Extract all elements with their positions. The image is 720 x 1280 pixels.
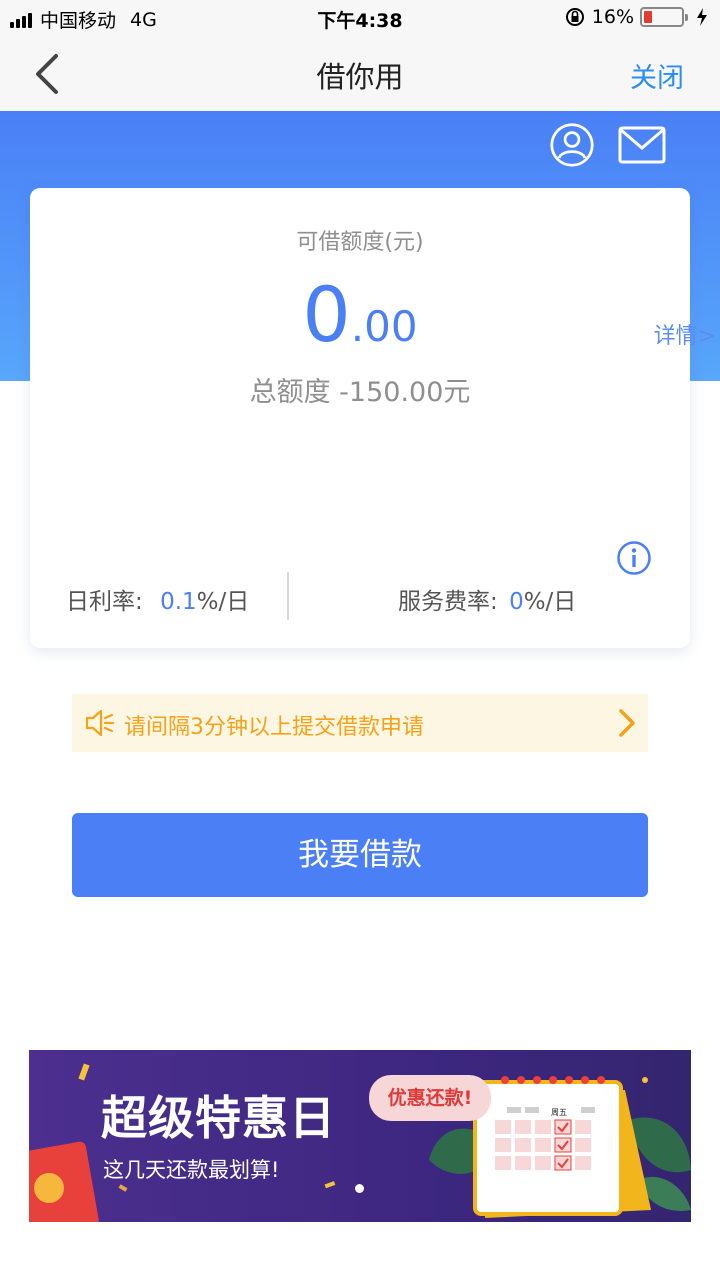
credit-card: 可借额度(元) 0.00 总额度 -150.00元 日利率: 0.1%/日 服务…: [30, 188, 690, 648]
notice-bar[interactable]: 请间隔3分钟以上提交借款申请: [72, 694, 648, 752]
daily-rate-label: 日利率:: [66, 589, 143, 615]
battery-icon: [640, 7, 688, 27]
available-credit-amount: 0.00: [30, 270, 690, 359]
status-bar: 中国移动 4G 下午4:38 16%: [0, 0, 720, 36]
nav-bar: 借你用 关闭: [0, 36, 720, 111]
banner-bubble: 优惠还款!: [369, 1075, 491, 1121]
battery-level: [644, 11, 652, 23]
info-icon[interactable]: [616, 540, 652, 576]
daily-rate-value: 0.1: [160, 589, 197, 615]
promo-banner[interactable]: 周五 超级特惠日 这几天还款最划算! 优惠还款!: [29, 1050, 691, 1222]
mail-icon[interactable]: [617, 122, 667, 168]
page-title: 借你用: [316, 60, 404, 94]
service-rate-label: 服务费率:: [398, 589, 498, 615]
borrow-button[interactable]: 我要借款: [72, 813, 648, 897]
total-credit-line: 总额度 -150.00元: [249, 377, 471, 408]
chevron-right-icon: [619, 709, 635, 737]
service-rate-value: 0: [509, 589, 524, 615]
amount-decimal: .00: [350, 302, 418, 351]
banner-page-indicator[interactable]: [355, 1184, 364, 1193]
daily-rate-unit: %/日: [196, 589, 250, 615]
banner-subtitle: 这几天还款最划算!: [103, 1158, 280, 1182]
charging-icon: [697, 8, 707, 26]
banner-title: 超级特惠日: [101, 1091, 336, 1145]
rotation-lock-icon: [565, 8, 584, 26]
rate-divider: [287, 572, 289, 620]
available-credit-label: 可借额度(元): [296, 230, 424, 255]
daily-rate: 日利率: 0.1%/日: [66, 582, 249, 616]
speaker-icon: [85, 709, 115, 737]
service-rate-unit: %/日: [523, 589, 577, 615]
battery-percent: 16%: [591, 6, 634, 28]
user-circle-icon[interactable]: [547, 122, 597, 168]
close-button[interactable]: 关闭: [630, 56, 684, 95]
detail-link[interactable]: 详情>: [654, 318, 716, 350]
service-rate: 服务费率: 0%/日: [398, 582, 576, 616]
calendar-header: 周五: [551, 1108, 567, 1117]
notice-text: 请间隔3分钟以上提交借款申请: [124, 715, 424, 740]
status-right: 16%: [564, 6, 708, 28]
amount-integer: 0: [302, 270, 351, 359]
